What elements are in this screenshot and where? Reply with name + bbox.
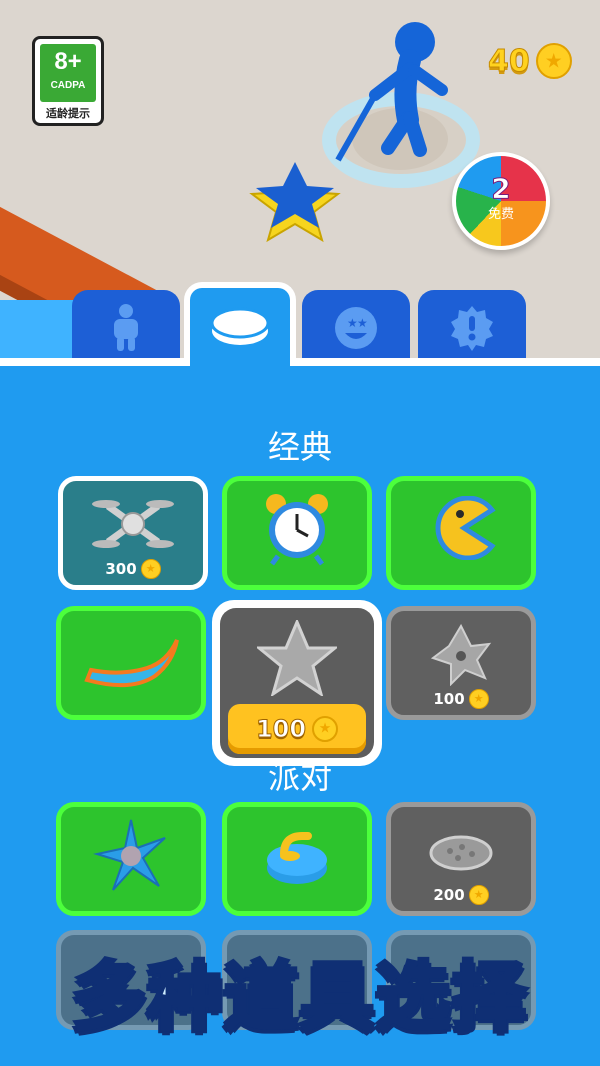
item-card-alarm-clock[interactable]	[222, 476, 372, 590]
item-card-pac-disc[interactable]	[386, 476, 536, 590]
pie-icon	[429, 835, 493, 871]
item-price: 300	[63, 559, 203, 579]
player-character	[335, 22, 448, 162]
buy-price: 100	[255, 715, 307, 744]
section-title-classic: 经典	[267, 428, 332, 466]
shuriken-flower-icon	[430, 623, 492, 686]
tab-badge[interactable]	[418, 290, 526, 366]
coin-count: 40	[488, 43, 531, 79]
drone-icon	[92, 500, 174, 548]
buy-button[interactable]: 100	[228, 704, 366, 754]
tab-bar-active-gap	[190, 356, 290, 368]
free-spin-wheel-button[interactable]: 2 免费	[452, 152, 550, 250]
age-rating-tip: 适龄提示	[46, 107, 90, 120]
pac-disc-icon	[435, 496, 496, 560]
star-coin-icon	[140, 559, 161, 579]
star-coin-icon	[312, 716, 339, 742]
tab-disc[interactable]	[184, 282, 296, 366]
item-card-boomerang[interactable]	[56, 606, 206, 720]
spin-wheel-center: 2 免费	[480, 172, 522, 230]
selected-item-inner: 100	[220, 608, 374, 758]
star-disc-icon	[257, 620, 337, 696]
star-coin-icon	[468, 689, 489, 709]
curling-stone-icon	[267, 832, 327, 884]
ninja-star-icon	[93, 819, 166, 891]
boomerang-icon	[84, 639, 179, 688]
promo-banner: 多种道具选择	[0, 935, 600, 1045]
star-coin-icon	[535, 43, 572, 79]
star-coin-icon	[468, 885, 489, 905]
age-rating-badge: 8+ CADPA 适龄提示	[32, 36, 104, 126]
badge-icon	[451, 306, 493, 351]
character-icon	[114, 304, 138, 351]
spin-free-label: 免费	[487, 207, 514, 222]
tab-emoji[interactable]: ★ ★	[302, 290, 410, 366]
item-price-value: 200	[433, 886, 465, 904]
promo-banner-text: 多种道具选择	[70, 952, 528, 1042]
item-card-pie[interactable]: 200	[386, 802, 536, 916]
age-rating-box: 8+ CADPA	[40, 44, 96, 102]
item-price-value: 100	[433, 690, 465, 708]
svg-text:★: ★	[357, 316, 368, 330]
disc-icon	[210, 307, 270, 345]
item-price: 100	[391, 689, 531, 709]
star-prop-icon	[249, 162, 341, 243]
item-price-value: 300	[105, 560, 137, 578]
emoji-icon: ★ ★	[335, 307, 377, 349]
spin-count: 2	[491, 172, 511, 206]
item-price: 200	[391, 885, 531, 905]
section-title-party: 派对	[267, 758, 332, 796]
item-card-curling-stone[interactable]	[222, 802, 372, 916]
age-rating-value: 8+	[54, 48, 82, 75]
tab-character[interactable]	[72, 290, 180, 366]
tab-bar-divider	[0, 358, 600, 366]
coin-balance: 40	[488, 40, 572, 82]
alarm-clock-icon	[266, 494, 328, 566]
item-card-ninja-star[interactable]	[56, 802, 206, 916]
item-card-drone[interactable]: 300	[58, 476, 208, 590]
item-card-shuriken-flower[interactable]: 100	[386, 606, 536, 720]
age-rating-org: CADPA	[50, 80, 86, 91]
selected-item-card-star-disc[interactable]: 100	[212, 600, 382, 766]
